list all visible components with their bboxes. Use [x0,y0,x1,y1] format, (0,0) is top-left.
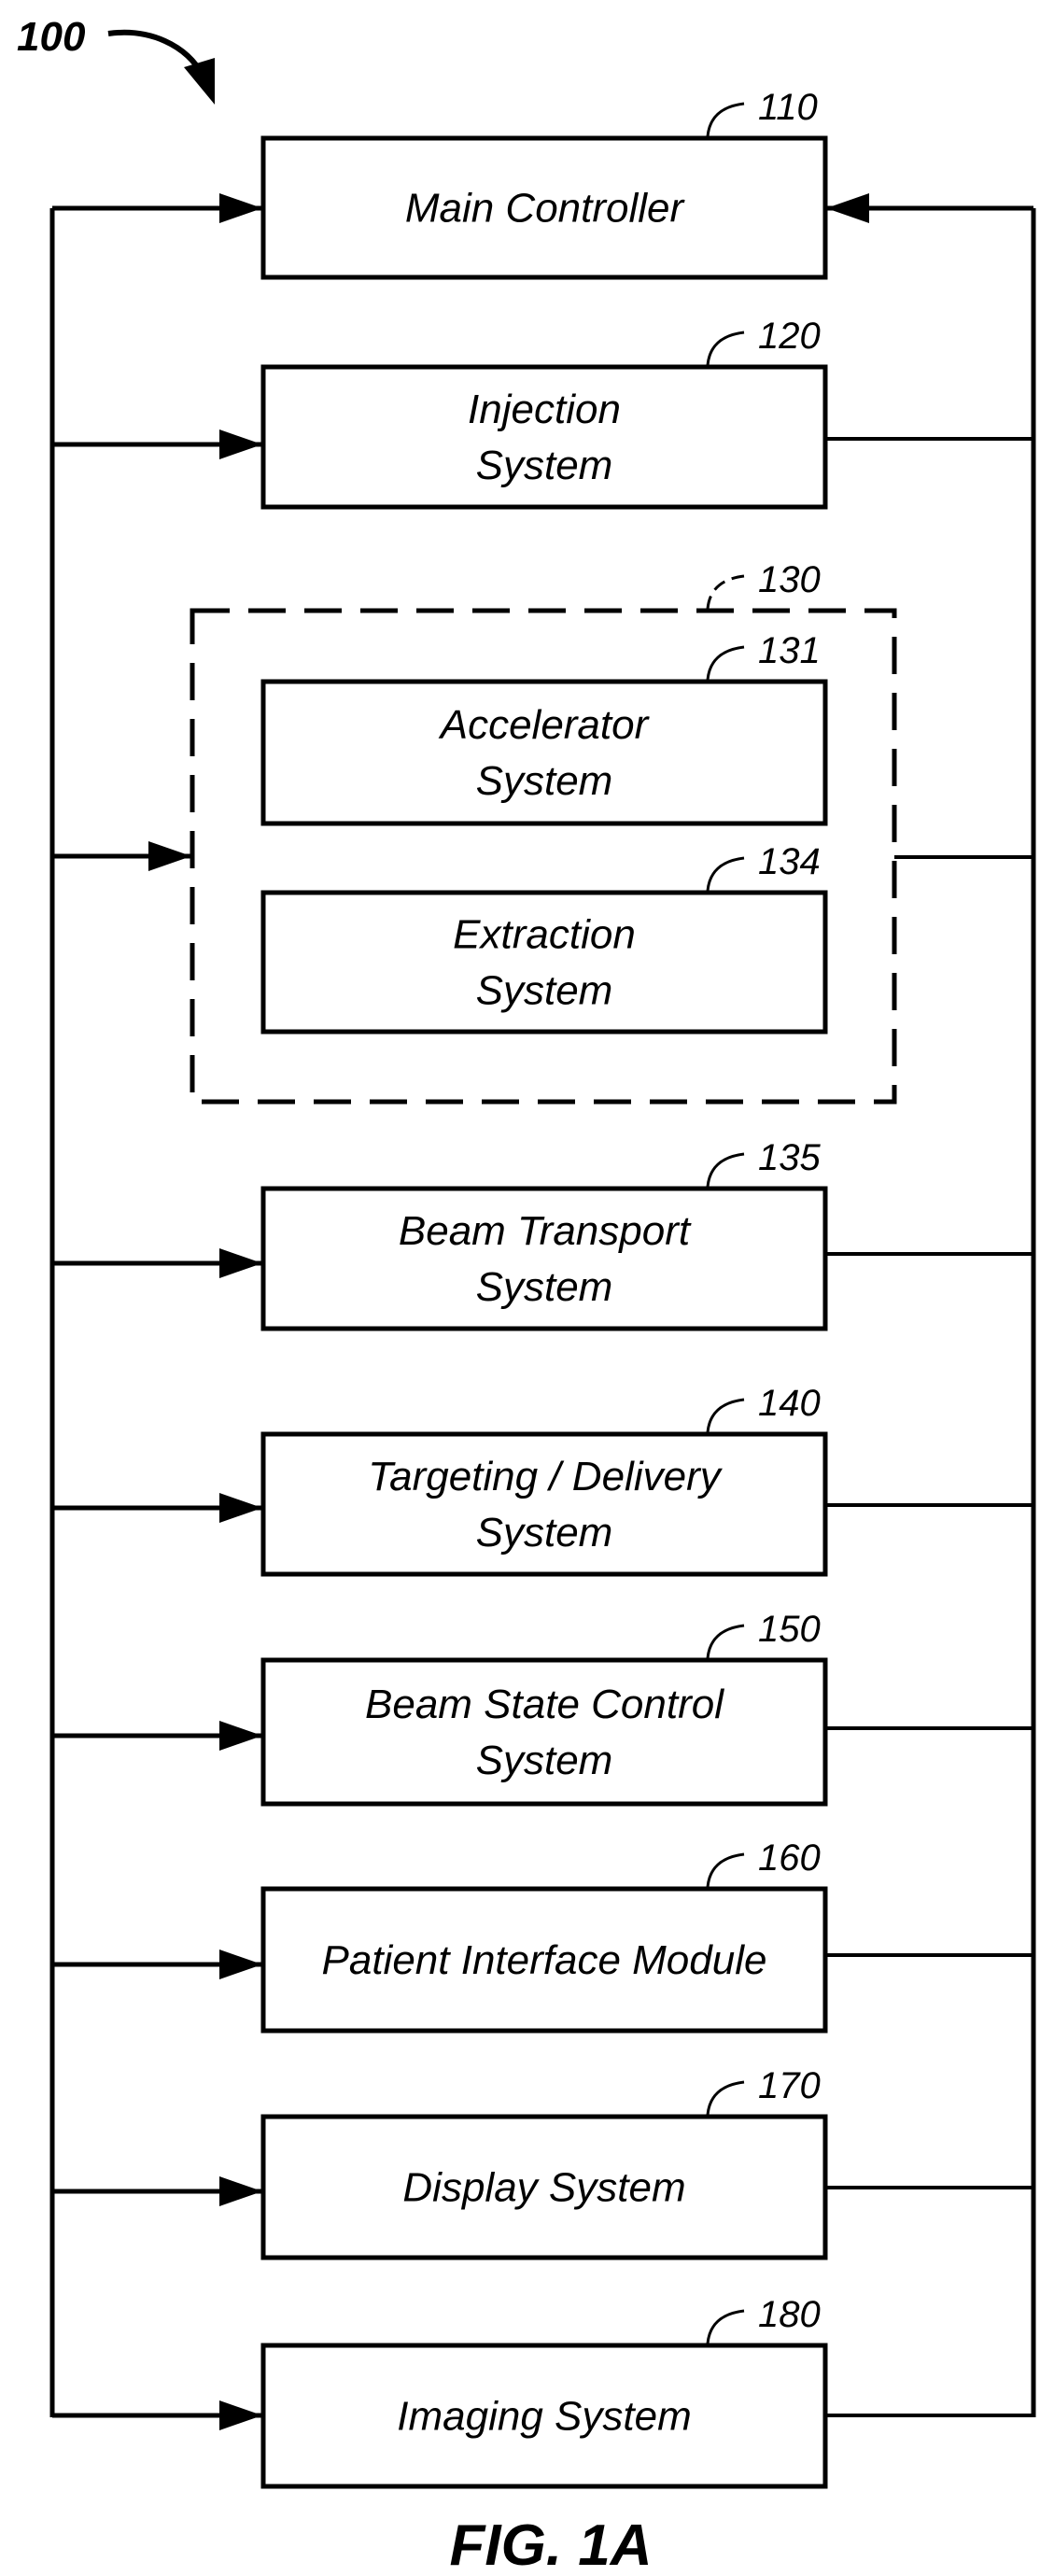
beam-state-control-system: Beam State Control System 150 [52,1609,1033,1807]
extraction-system-ref-leader [706,856,745,892]
beam-transport-system-label-line: Beam Transport [399,1208,692,1254]
injection-system-ref-leader [706,331,745,366]
imaging-system-label-line: Imaging System [397,2394,691,2440]
system-ref-arrowhead-icon [184,58,215,105]
beam-state-control-system-label-line: System [476,1738,613,1783]
display-system-label-line: Display System [402,2165,685,2211]
injection-system-label-line: System [476,443,613,488]
main-controller: Main Controller 110 [52,87,1033,280]
accelerator-group-ref-number: 130 [758,559,821,600]
imaging-system-ref-leader [706,2309,745,2344]
extraction-system-ref-number: 134 [758,841,821,882]
main-controller-ref-leader [706,102,745,137]
injection-system-label-line: Injection [468,387,621,432]
targeting-delivery-system-ref-number: 140 [758,1383,821,1424]
beam-transport-system-ref-number: 135 [758,1137,821,1178]
beam-transport-system-ref-leader [706,1152,745,1188]
main-controller-label-line: Main Controller [405,186,686,232]
display-system-ref-number: 170 [758,2065,821,2106]
targeting-delivery-system-label-line: Targeting / Delivery [368,1454,723,1499]
beam-state-control-system-label-line: Beam State Control [365,1682,724,1727]
imaging-system-ref-number: 180 [758,2294,821,2335]
accelerator-system: Accelerator System 131 [260,630,828,826]
display-system-ref-leader [706,2080,745,2116]
system-ref-label: 100 [17,14,86,60]
injection-system: Injection System 120 [52,316,1033,510]
beam-transport-system-label-line: System [476,1264,613,1310]
block-diagram: 100 Main Controller 110 Injection System 120… [17,14,1036,2576]
targeting-delivery-system: Targeting / Delivery System 140 [52,1383,1033,1577]
accelerator-group-ref-leader [706,574,745,610]
accelerator-system-ref-number: 131 [758,630,821,671]
accelerator-system-label-line: Accelerator [438,702,651,748]
patient-interface-module-label-line: Patient Interface Module [322,1937,767,1983]
beam-state-control-system-ref-leader [706,1624,745,1659]
accelerator-group: 130 Accelerator System 131 Extraction System 1… [52,559,1033,1105]
patient-interface-module-ref-leader [706,1852,745,1888]
imaging-system: Imaging System 180 [52,2294,1033,2489]
display-system: Display System 170 [52,2065,1033,2260]
extraction-system-label-line: Extraction [453,912,636,958]
beam-state-control-system-ref-number: 150 [758,1609,821,1650]
extraction-system-label-line: System [476,968,613,1014]
figure-label: FIG. 1A [449,2513,652,2576]
accelerator-system-ref-leader [706,645,745,681]
blocks-layer: Main Controller 110 Injection System 120 130 A… [52,87,1033,2489]
targeting-delivery-system-label-line: System [476,1510,613,1555]
targeting-delivery-system-ref-leader [706,1398,745,1433]
injection-system-ref-number: 120 [758,316,821,357]
beam-transport-system: Beam Transport System 135 [52,1137,1033,1331]
accelerator-system-label-line: System [476,758,613,804]
patient-interface-module-ref-number: 160 [758,1837,821,1879]
extraction-system: Extraction System 134 [260,841,828,1035]
patient-interface-module: Patient Interface Module 160 [52,1837,1033,2034]
main-controller-ref-number: 110 [758,87,818,128]
